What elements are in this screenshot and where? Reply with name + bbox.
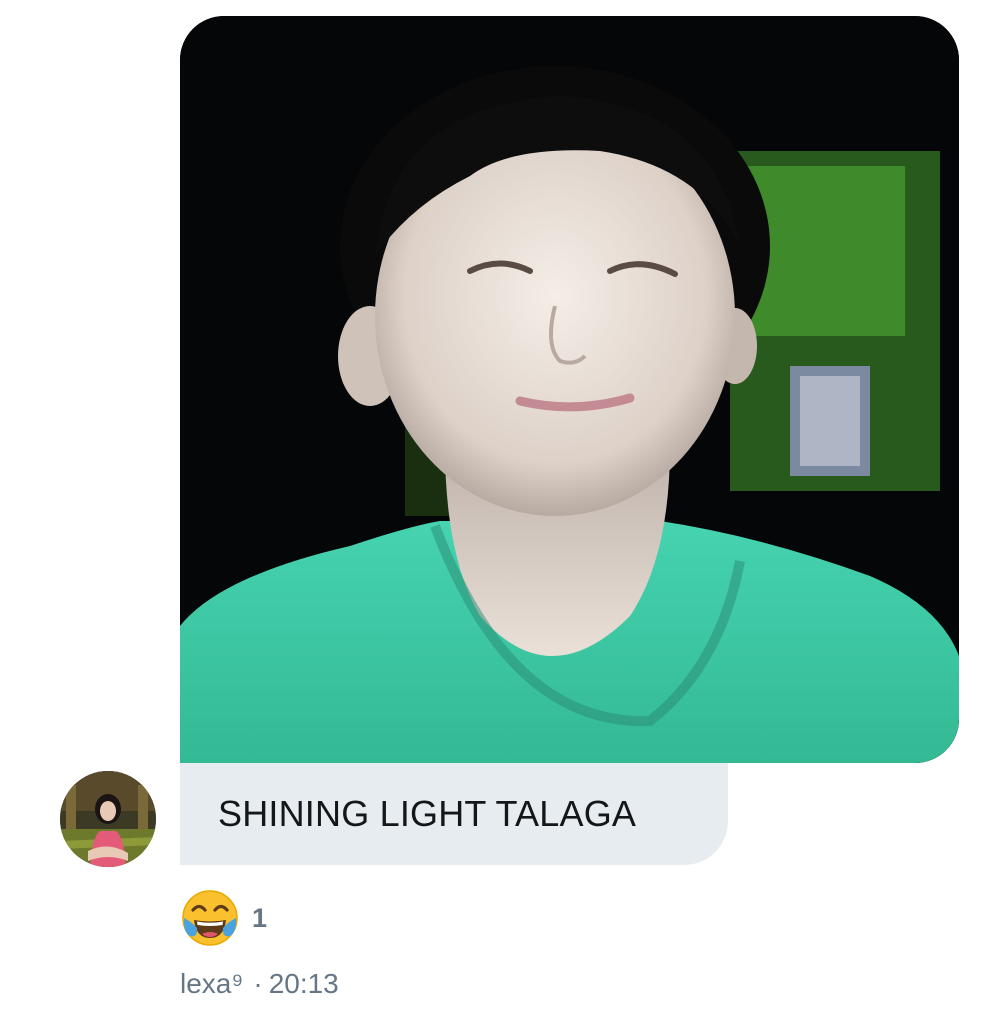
photo-image — [180, 16, 959, 763]
reaction-pill[interactable]: 1 — [180, 887, 267, 949]
message-text: SHINING LIGHT TALAGA — [218, 793, 637, 834]
message-bubble[interactable]: SHINING LIGHT TALAGA — [180, 763, 728, 865]
meta-separator: · — [253, 968, 263, 999]
sender-name[interactable]: lexa⁹ — [180, 968, 243, 999]
message-time: 20:13 — [268, 968, 339, 999]
user-avatar-image — [60, 771, 156, 867]
message-group: SHINING LIGHT TALAGA 1 lexa⁹ · 20:13 — [0, 0, 992, 1026]
message-meta: lexa⁹ · 20:13 — [180, 968, 339, 1000]
photo-attachment[interactable] — [180, 16, 959, 763]
reaction-count: 1 — [252, 902, 268, 933]
avatar[interactable] — [60, 771, 156, 867]
face-with-tears-of-joy-icon — [182, 890, 238, 946]
